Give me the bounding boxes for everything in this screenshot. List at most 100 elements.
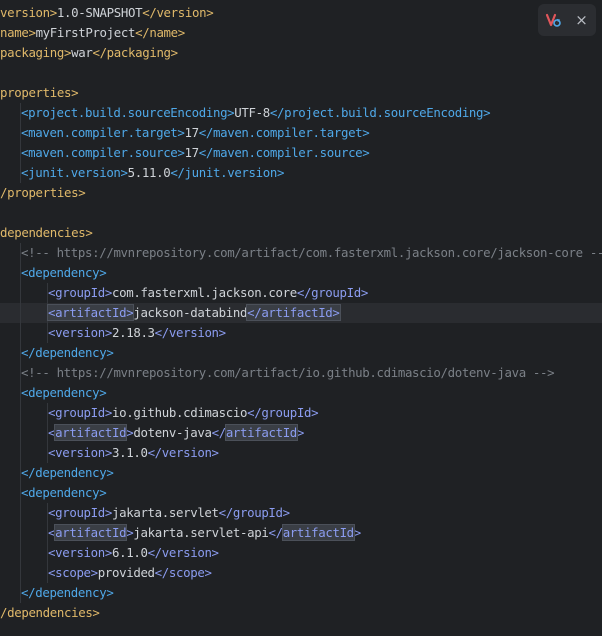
maven-reload-icon[interactable] xyxy=(542,9,564,31)
xml-tag: </version> xyxy=(154,325,226,340)
code-content: <project.build.sourceEncoding>UTF-8</pro… xyxy=(0,105,491,120)
comment-link[interactable]: https://mvnrepository.com/artifact/io.gi… xyxy=(57,365,527,380)
xml-tag: <version> xyxy=(48,325,112,340)
xml-tag: name> xyxy=(0,25,36,40)
tag-value: 17 xyxy=(184,145,200,160)
code-line[interactable]: <version>2.18.3</version> xyxy=(0,323,602,343)
code-content: <artifactId>jackson-databind</artifactId… xyxy=(0,304,341,321)
tag-value: jakarta.servlet xyxy=(112,505,219,520)
xml-tag: <groupId> xyxy=(48,405,112,420)
code-content: </dependency> xyxy=(0,465,114,480)
xml-tag: > xyxy=(353,525,361,540)
xml-tag: <version> xyxy=(48,545,112,560)
floating-toolbar: × xyxy=(538,4,596,36)
xml-tag: </dependency> xyxy=(21,465,114,480)
xml-tag: <maven.compiler.source> xyxy=(21,145,185,160)
code-line[interactable]: </dependency> xyxy=(0,583,602,603)
xml-tag: </groupId> xyxy=(247,405,319,420)
xml-comment: --> xyxy=(589,245,602,260)
code-line[interactable]: <scope>provided</scope> xyxy=(0,563,602,583)
code-line[interactable]: </dependency> xyxy=(0,343,602,363)
xml-tag: </packaging> xyxy=(92,45,178,60)
code-content: <version>3.1.0</version> xyxy=(0,445,219,460)
xml-tag: </artifactId> xyxy=(246,304,341,321)
xml-tag: <artifactId> xyxy=(46,304,135,321)
code-content: packaging>war</packaging> xyxy=(0,45,178,60)
tag-value: jackson-databind xyxy=(133,305,248,320)
code-line[interactable]: <groupId>io.github.cdimascio</groupId> xyxy=(0,403,602,423)
xml-tag: </dependency> xyxy=(21,345,114,360)
xml-tag: > xyxy=(296,425,305,440)
xml-tag: <groupId> xyxy=(48,505,112,520)
comment-link[interactable]: https://mvnrepository.com/artifact/com.f… xyxy=(57,245,583,260)
xml-tag: </version> xyxy=(147,445,219,460)
xml-tag: </maven.compiler.target> xyxy=(198,125,370,140)
code-editor[interactable]: version>1.0-SNAPSHOT</version> name>myFir… xyxy=(0,3,602,623)
code-content: <groupId>com.fasterxml.jackson.core</gro… xyxy=(0,285,368,300)
code-line[interactable]: <artifactId>dotenv-java</artifactId> xyxy=(0,423,602,443)
code-line[interactable]: /dependencies> xyxy=(0,603,602,623)
tag-value: 5.11.0 xyxy=(127,165,171,180)
code-line[interactable]: name>myFirstProject</name> xyxy=(0,23,602,43)
code-content: <dependency> xyxy=(0,385,107,400)
code-content: name>myFirstProject</name> xyxy=(0,25,185,40)
code-line[interactable] xyxy=(0,63,602,83)
xml-tag: </version> xyxy=(147,545,219,560)
xml-tag: </dependency> xyxy=(21,585,114,600)
code-content: dependencies> xyxy=(0,225,93,240)
xml-tag: </junit.version> xyxy=(170,165,285,180)
code-content: <version>6.1.0</version> xyxy=(0,545,219,560)
tag-value: dotenv-java xyxy=(133,425,212,440)
xml-tag: <junit.version> xyxy=(21,165,128,180)
code-line[interactable]: <dependency> xyxy=(0,483,602,503)
xml-comment: <!-- xyxy=(21,365,57,380)
tag-value: 17 xyxy=(184,125,200,140)
code-line[interactable]: <maven.compiler.source>17</maven.compile… xyxy=(0,143,602,163)
close-icon: × xyxy=(575,11,588,29)
code-line[interactable]: version>1.0-SNAPSHOT</version> xyxy=(0,3,602,23)
xml-tag: <maven.compiler.target> xyxy=(21,125,185,140)
close-button[interactable]: × xyxy=(571,9,593,31)
code-line[interactable]: /properties> xyxy=(0,183,602,203)
code-content: <artifactId>jakarta.servlet-api</artifac… xyxy=(0,524,361,541)
xml-tag: <groupId> xyxy=(48,285,112,300)
tag-value: provided xyxy=(97,565,155,580)
code-line[interactable]: <version>6.1.0</version> xyxy=(0,543,602,563)
code-line[interactable]: <artifactId>jakarta.servlet-api</artifac… xyxy=(0,523,602,543)
xml-tag: <scope> xyxy=(48,565,98,580)
code-line[interactable]: <maven.compiler.target>17</maven.compile… xyxy=(0,123,602,143)
tag-value: war xyxy=(71,45,93,60)
code-line[interactable]: <project.build.sourceEncoding>UTF-8</pro… xyxy=(0,103,602,123)
code-line[interactable]: properties> xyxy=(0,83,602,103)
code-line[interactable]: </dependency> xyxy=(0,463,602,483)
tag-value: 2.18.3 xyxy=(112,325,155,340)
code-line[interactable]: <dependency> xyxy=(0,263,602,283)
code-line[interactable] xyxy=(0,203,602,223)
xml-tag: </maven.compiler.source> xyxy=(198,145,370,160)
code-content: <artifactId>dotenv-java</artifactId> xyxy=(0,424,305,441)
code-line[interactable]: <groupId>com.fasterxml.jackson.core</gro… xyxy=(0,283,602,303)
tag-value: 6.1.0 xyxy=(112,545,148,560)
code-line[interactable]: <junit.version>5.11.0</junit.version> xyxy=(0,163,602,183)
code-content: <maven.compiler.target>17</maven.compile… xyxy=(0,125,370,140)
tag-value: UTF-8 xyxy=(234,105,270,120)
code-content: </dependency> xyxy=(0,585,114,600)
code-line[interactable]: <!-- https://mvnrepository.com/artifact/… xyxy=(0,243,602,263)
code-line[interactable]: <version>3.1.0</version> xyxy=(0,443,602,463)
code-content: <!-- https://mvnrepository.com/artifact/… xyxy=(0,245,602,260)
xml-tag: artifactId xyxy=(54,524,128,541)
code-line[interactable]: dependencies> xyxy=(0,223,602,243)
xml-tag: </scope> xyxy=(154,565,212,580)
xml-tag: <project.build.sourceEncoding> xyxy=(21,105,235,120)
code-line[interactable]: <dependency> xyxy=(0,383,602,403)
tag-value: myFirstProject xyxy=(35,25,136,40)
code-content: /properties> xyxy=(0,185,86,200)
code-line[interactable]: <groupId>jakarta.servlet</groupId> xyxy=(0,503,602,523)
xml-tag: </project.build.sourceEncoding> xyxy=(269,105,491,120)
code-line[interactable]: <!-- https://mvnrepository.com/artifact/… xyxy=(0,363,602,383)
xml-tag: /properties> xyxy=(0,185,86,200)
xml-comment: --> xyxy=(525,365,555,380)
xml-tag: <dependency> xyxy=(21,385,107,400)
code-line[interactable]: <artifactId>jackson-databind</artifactId… xyxy=(0,303,602,323)
code-line[interactable]: packaging>war</packaging> xyxy=(0,43,602,63)
